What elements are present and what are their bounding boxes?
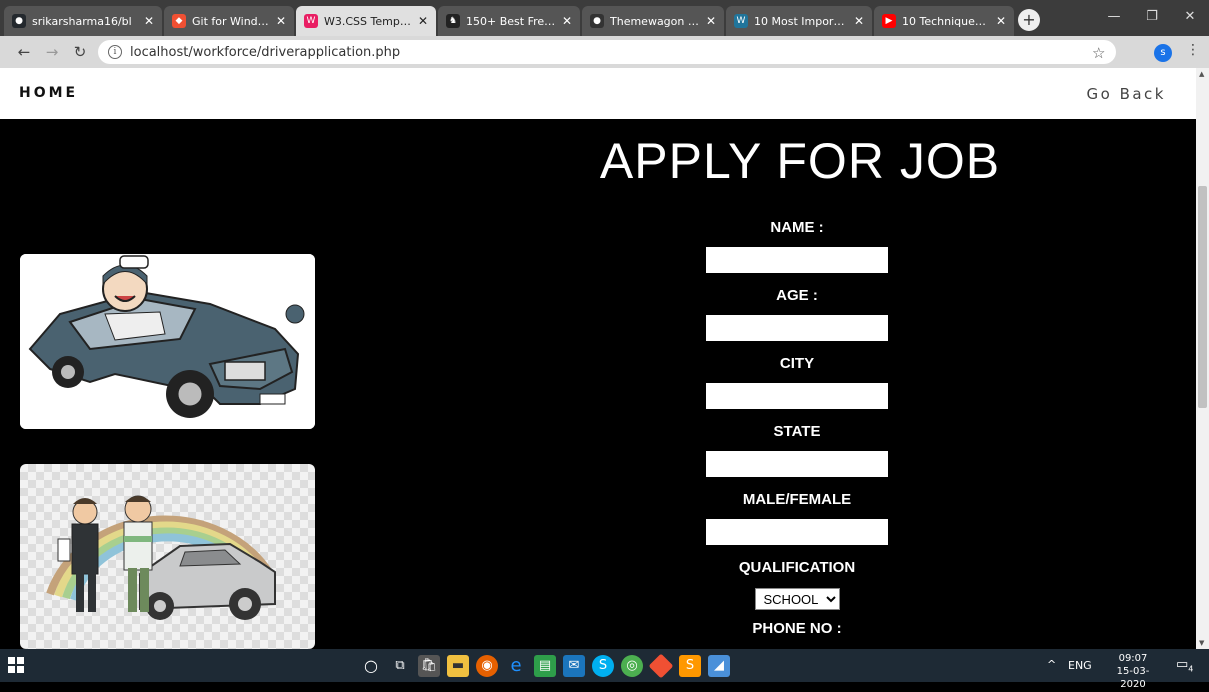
- notification-count: 4: [1188, 664, 1194, 674]
- git-icon: ◆: [172, 14, 186, 28]
- home-link[interactable]: HOME: [19, 85, 78, 101]
- notepad-icon[interactable]: ▤: [534, 655, 556, 677]
- horse-icon: ♞: [446, 14, 460, 28]
- tab-w3css[interactable]: W W3.CSS Template ✕: [296, 6, 436, 36]
- qualification-label: QUALIFICATION: [738, 559, 856, 576]
- sublime-icon[interactable]: S: [679, 655, 701, 677]
- git-taskbar-icon[interactable]: [648, 653, 674, 679]
- close-window-icon[interactable]: ✕: [1171, 4, 1209, 30]
- search-icon[interactable]: ○: [360, 655, 382, 677]
- gender-label: MALE/FEMALE: [742, 491, 852, 508]
- language-indicator[interactable]: ENG: [1068, 659, 1092, 692]
- state-input[interactable]: [706, 451, 888, 477]
- windows-start-icon[interactable]: [8, 657, 24, 673]
- restore-icon[interactable]: ❐: [1133, 4, 1171, 30]
- tab-wordpress[interactable]: W 10 Most Importan ✕: [726, 6, 872, 36]
- top-navbar: HOME Go Back: [0, 68, 1196, 119]
- clock-date: 15-03-2020: [1116, 666, 1150, 690]
- bookmark-star-icon[interactable]: ☆: [1092, 44, 1105, 62]
- close-icon[interactable]: ✕: [276, 14, 286, 28]
- page-title: APPLY FOR JOB: [599, 133, 1001, 189]
- tab-title: 150+ Best Free Re: [466, 14, 556, 28]
- menu-icon[interactable]: ⋮: [1186, 42, 1200, 58]
- tab-title: W3.CSS Template: [324, 14, 412, 28]
- taxi-illustration: [20, 254, 315, 429]
- scroll-up-icon[interactable]: ▲: [1199, 70, 1204, 78]
- wordpress-icon: W: [734, 14, 748, 28]
- gender-input[interactable]: [706, 519, 888, 545]
- themewagon-icon: ●: [590, 14, 604, 28]
- github-icon: ●: [12, 14, 26, 28]
- scroll-down-icon[interactable]: ▼: [1199, 639, 1204, 647]
- forward-arrow-icon[interactable]: →: [42, 42, 62, 62]
- system-clock[interactable]: 09:07 15-03-2020: [1105, 652, 1161, 691]
- tab-title: Git for Windows: [192, 14, 270, 28]
- city-input[interactable]: [706, 383, 888, 409]
- page-scrollbar[interactable]: ▲ ▼: [1196, 68, 1209, 649]
- w3-icon: W: [304, 14, 318, 28]
- app-icon[interactable]: ◢: [708, 655, 730, 677]
- scroll-thumb[interactable]: [1198, 186, 1207, 408]
- close-icon[interactable]: ✕: [418, 14, 428, 28]
- name-input[interactable]: [706, 247, 888, 273]
- drivers-illustration: [46, 495, 276, 620]
- clock-time: 09:07: [1118, 653, 1148, 664]
- notifications-icon[interactable]: ▭4: [1176, 657, 1193, 690]
- tab-github[interactable]: ● srikarsharma16/bl ✕: [4, 6, 162, 36]
- tray-chevron-icon[interactable]: ^: [1047, 658, 1056, 691]
- close-icon[interactable]: ✕: [562, 14, 572, 28]
- chrome-icon[interactable]: ◎: [621, 655, 643, 677]
- skype-icon[interactable]: S: [592, 655, 614, 677]
- tab-title: 10 Techniques Th: [902, 14, 990, 28]
- browser-window: ● srikarsharma16/bl ✕ ◆ Git for Windows …: [0, 0, 1209, 68]
- age-label: AGE :: [776, 287, 818, 304]
- qualification-select[interactable]: SCHOOL: [754, 588, 840, 610]
- city-label: CITY: [779, 355, 815, 372]
- mail-icon[interactable]: ✉: [563, 655, 585, 677]
- state-label: STATE: [773, 423, 821, 440]
- tab-title: Themewagon Live: [610, 14, 700, 28]
- store-icon[interactable]: 🛍: [418, 655, 440, 677]
- tab-git[interactable]: ◆ Git for Windows ✕: [164, 6, 294, 36]
- close-icon[interactable]: ✕: [706, 14, 716, 28]
- close-icon[interactable]: ✕: [854, 14, 864, 28]
- phone-label: PHONE NO :: [752, 620, 842, 637]
- task-view-icon[interactable]: ⧉: [389, 655, 411, 677]
- windows-taskbar: ○ ⧉ 🛍 ▬ ◉ e ▤ ✉ S ◎ S ◢ ^ ENG 09:07 15-0…: [0, 649, 1209, 690]
- info-icon[interactable]: i: [108, 45, 122, 59]
- file-explorer-icon[interactable]: ▬: [447, 655, 469, 677]
- age-input[interactable]: [706, 315, 888, 341]
- page-content: HOME Go Back APPLY FOR JOB NAME: AGE: …: [0, 68, 1196, 649]
- close-icon[interactable]: ✕: [996, 14, 1006, 28]
- firefox-icon[interactable]: ◉: [476, 655, 498, 677]
- new-tab-button[interactable]: +: [1018, 9, 1040, 31]
- tab-title: 10 Most Importan: [754, 14, 848, 28]
- tab-best-free[interactable]: ♞ 150+ Best Free Re ✕: [438, 6, 580, 36]
- drivers-image: [20, 464, 315, 649]
- taxi-driver-image: [20, 254, 315, 429]
- url-text: localhost/workforce/driverapplication.ph…: [130, 44, 401, 60]
- profile-avatar[interactable]: s: [1154, 44, 1172, 62]
- address-bar[interactable]: i localhost/workforce/driverapplication.…: [98, 40, 1116, 64]
- tab-title: srikarsharma16/bl: [32, 14, 132, 28]
- minimize-icon[interactable]: —: [1095, 4, 1133, 30]
- application-form: NAME : AGE : CITY STATE MALE/FEMALE QUAL…: [706, 218, 888, 639]
- close-icon[interactable]: ✕: [144, 14, 154, 28]
- youtube-icon: ▶: [882, 14, 896, 28]
- browser-toolbar: ← → ↻ i localhost/workforce/driverapplic…: [0, 36, 1209, 68]
- go-back-link[interactable]: Go Back: [1087, 85, 1167, 103]
- name-label: NAME :: [770, 219, 824, 236]
- edge-icon[interactable]: e: [505, 655, 527, 677]
- back-arrow-icon[interactable]: ←: [14, 42, 34, 62]
- tab-themewagon[interactable]: ● Themewagon Live ✕: [582, 6, 724, 36]
- tab-strip: ● srikarsharma16/bl ✕ ◆ Git for Windows …: [0, 0, 1209, 36]
- tab-youtube[interactable]: ▶ 10 Techniques Th ✕: [874, 6, 1014, 36]
- reload-icon[interactable]: ↻: [70, 42, 90, 62]
